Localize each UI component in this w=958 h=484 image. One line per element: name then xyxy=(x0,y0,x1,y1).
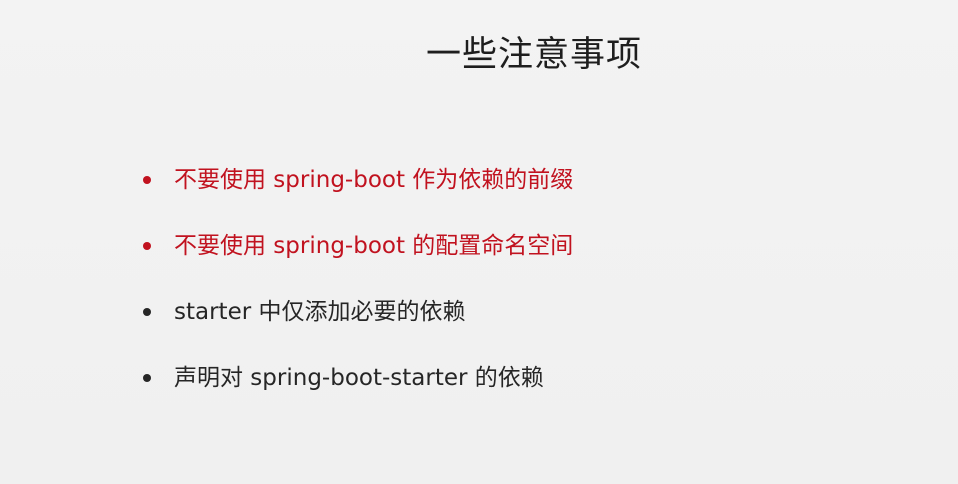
bullet-item: starter 中仅添加必要的依赖 xyxy=(143,292,573,358)
bullet-dot-icon xyxy=(143,374,151,382)
bullet-text: starter 中仅添加必要的依赖 xyxy=(174,299,466,325)
bullet-text: 声明对 spring-boot-starter 的依赖 xyxy=(174,365,544,391)
bullet-dot-icon xyxy=(143,308,151,316)
slide: 一些注意事项 不要使用 spring-boot 作为依赖的前缀 不要使用 spr… xyxy=(0,0,958,484)
bullet-item: 声明对 spring-boot-starter 的依赖 xyxy=(143,358,573,424)
bullet-item: 不要使用 spring-boot 的配置命名空间 xyxy=(143,226,573,292)
bullet-text: 不要使用 spring-boot 作为依赖的前缀 xyxy=(174,167,574,193)
slide-title: 一些注意事项 xyxy=(425,35,642,75)
bullet-item: 不要使用 spring-boot 作为依赖的前缀 xyxy=(143,160,573,226)
bullet-text: 不要使用 spring-boot 的配置命名空间 xyxy=(174,233,574,259)
bullet-list: 不要使用 spring-boot 作为依赖的前缀 不要使用 spring-boo… xyxy=(143,160,573,424)
bullet-dot-icon xyxy=(143,242,151,250)
bullet-dot-icon xyxy=(143,176,151,184)
